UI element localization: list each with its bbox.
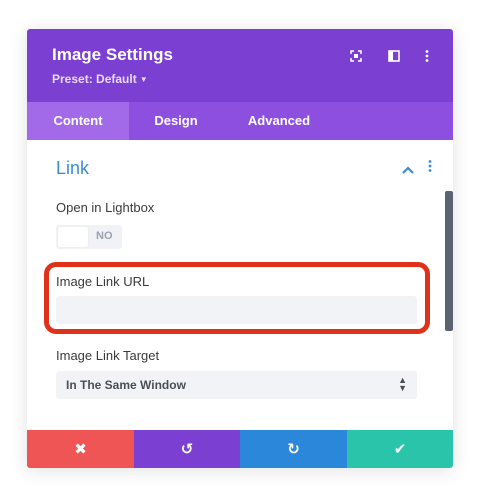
image-link-url-input[interactable] bbox=[56, 296, 417, 324]
more-vertical-icon[interactable] bbox=[420, 49, 434, 63]
undo-button[interactable]: ↺ bbox=[134, 430, 240, 468]
panel-header: Image Settings Preset: Default ▼ bbox=[27, 29, 453, 102]
tab-bar: Content Design Advanced bbox=[27, 102, 453, 140]
caret-down-icon: ▼ bbox=[139, 75, 148, 84]
url-label: Image Link URL bbox=[56, 274, 150, 289]
target-label: Image Link Target bbox=[56, 348, 160, 363]
close-icon: ✖ bbox=[74, 441, 87, 458]
settings-panel: Image Settings Preset: Default ▼ Content … bbox=[27, 29, 453, 468]
preset-selector[interactable]: Preset: Default ▼ bbox=[52, 72, 148, 86]
save-button[interactable]: ✔ bbox=[347, 430, 453, 468]
lightbox-label: Open in Lightbox bbox=[56, 200, 155, 215]
focus-icon[interactable] bbox=[349, 49, 363, 63]
redo-icon: ↻ bbox=[287, 441, 300, 458]
tab-design[interactable]: Design bbox=[129, 102, 223, 140]
lightbox-toggle[interactable]: NO bbox=[56, 225, 122, 249]
panel-title: Image Settings bbox=[52, 45, 173, 64]
link-target-select[interactable]: In The Same Window ▲ ▼ bbox=[56, 371, 417, 399]
select-value: In The Same Window bbox=[66, 378, 186, 392]
toggle-state-text: NO bbox=[96, 230, 113, 242]
cancel-button[interactable]: ✖ bbox=[27, 430, 134, 468]
sidebar-toggle-icon[interactable] bbox=[387, 49, 401, 63]
toggle-knob bbox=[58, 227, 88, 247]
select-arrows-icon: ▲ ▼ bbox=[398, 375, 407, 393]
checkmark-icon: ✔ bbox=[393, 441, 407, 458]
preset-label: Preset: Default bbox=[52, 72, 137, 86]
tab-content[interactable]: Content bbox=[27, 102, 129, 140]
redo-button[interactable]: ↻ bbox=[240, 430, 347, 468]
section-menu-icon[interactable] bbox=[428, 159, 432, 175]
section-title[interactable]: Link bbox=[56, 158, 89, 179]
tab-advanced[interactable]: Advanced bbox=[223, 102, 335, 140]
collapse-chevron-icon[interactable] bbox=[402, 161, 414, 177]
undo-icon: ↺ bbox=[180, 441, 194, 458]
action-bar: ✖ ↺ ↻ ✔ bbox=[27, 430, 453, 468]
scrollbar[interactable] bbox=[445, 191, 453, 331]
